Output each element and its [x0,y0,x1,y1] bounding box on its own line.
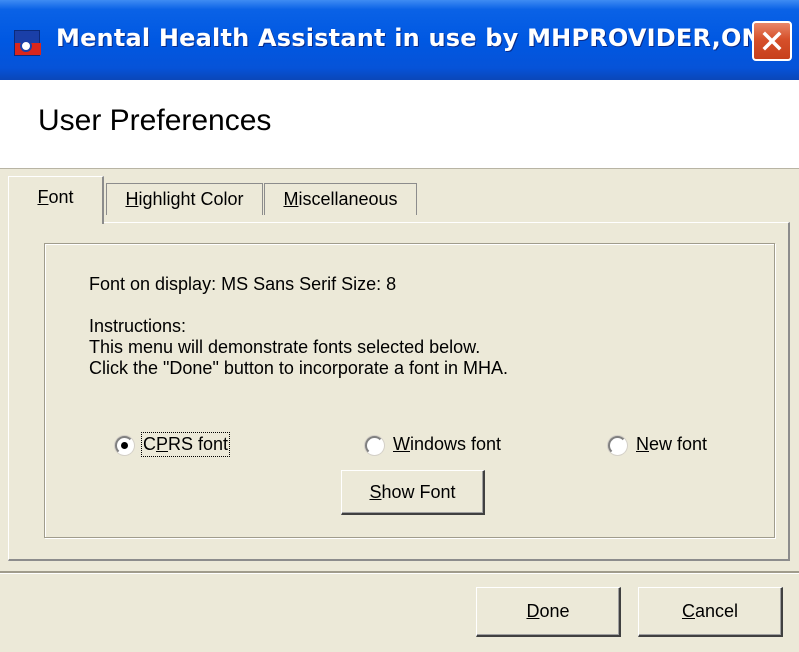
tab-font[interactable]: Font [8,176,104,224]
close-icon [762,31,782,51]
tab-font-label: ont [48,187,74,207]
app-icon[interactable] [14,30,41,56]
radio-new-font-label[interactable]: New font [636,434,707,455]
dialog-header: User Preferences [0,80,799,169]
title-bar[interactable]: Mental Health Assistant in use by MHPROV… [0,0,799,80]
instructions-line-2: Click the "Done" button to incorporate a… [89,358,508,378]
radio-cprs-font-label[interactable]: CPRS font [140,432,231,457]
done-button[interactable]: Done [476,587,621,637]
window-title: Mental Health Assistant in use by MHPROV… [56,24,779,52]
close-button[interactable] [752,21,792,61]
tab-highlight-color-label: ighlight Color [138,189,244,209]
tab-highlight-color-accelerator: H [125,189,139,209]
radio-cprs-font[interactable] [115,436,134,455]
tab-highlight-color[interactable]: Highlight Color [106,183,263,215]
radio-selected-dot [121,442,128,449]
radio-windows-font[interactable] [365,436,384,455]
font-tab-panel: Font on display: MS Sans Serif Size: 8 I… [8,222,790,561]
tab-miscellaneous-accelerator: M [283,189,299,209]
font-group-box: Font on display: MS Sans Serif Size: 8 I… [44,243,775,538]
cancel-button[interactable]: Cancel [638,587,783,637]
instructions-title: Instructions: [89,316,187,336]
window: Mental Health Assistant in use by MHPROV… [0,0,799,652]
tab-miscellaneous[interactable]: Miscellaneous [264,183,417,215]
instructions-line-1: This menu will demonstrate fonts selecte… [89,337,481,357]
show-font-button[interactable]: Show Font [341,470,485,515]
page-title: User Preferences [38,104,272,137]
button-bar: Done Cancel [0,571,799,652]
tab-miscellaneous-label: iscellaneous [298,189,398,209]
tab-font-accelerator: F [37,187,49,207]
font-info: Font on display: MS Sans Serif Size: 8 [89,274,397,294]
radio-windows-font-label[interactable]: Windows font [393,434,501,455]
radio-new-font[interactable] [608,436,627,455]
